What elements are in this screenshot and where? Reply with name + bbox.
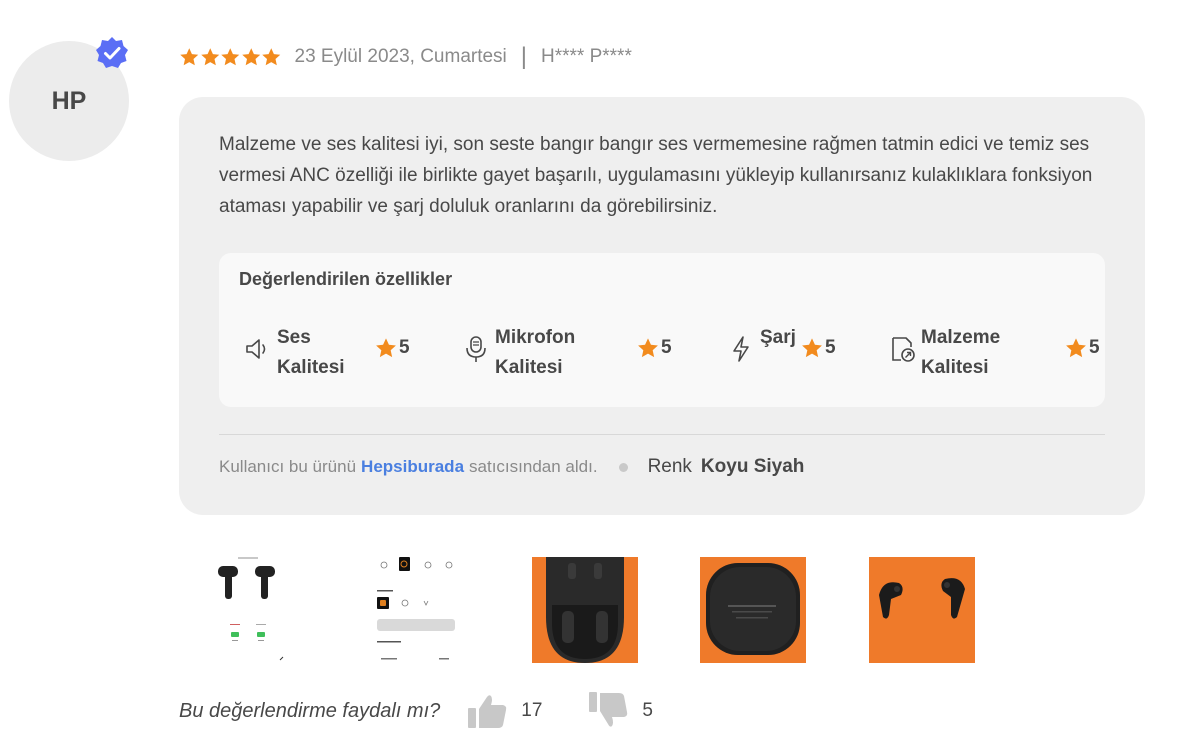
star-icon bbox=[638, 338, 658, 358]
reviewer-name: H**** P**** bbox=[541, 46, 632, 67]
rated-features-panel: Değerlendirilen özellikler Ses Kalitesi … bbox=[219, 253, 1105, 407]
review-photo-4[interactable] bbox=[700, 557, 806, 663]
reviewer-initials: HP bbox=[51, 86, 87, 115]
meta-separator: | bbox=[520, 43, 528, 70]
thumbs-down-icon bbox=[589, 692, 628, 727]
thumbs-up-icon bbox=[468, 695, 507, 728]
feature-score-value: 5 bbox=[825, 337, 836, 358]
feature-score: 5 bbox=[801, 337, 836, 359]
feature-malzeme-kalitesi: Malzeme Kalitesi bbox=[887, 323, 1021, 383]
material-icon bbox=[892, 337, 915, 362]
color-label: Renk bbox=[647, 456, 692, 477]
review-card: Malzeme ve ses kalitesi iyi, son seste b… bbox=[179, 97, 1145, 515]
feature-ses-kalitesi: Ses Kalitesi bbox=[243, 323, 357, 383]
earbuds-app-screenshot bbox=[218, 557, 284, 661]
review-meta: 23 Eylül 2023, Cumartesi | H**** P**** bbox=[179, 43, 632, 71]
star-icon bbox=[180, 48, 199, 66]
review-photo-1[interactable] bbox=[194, 557, 300, 663]
seller-link[interactable]: Hepsiburada bbox=[361, 457, 464, 477]
purchase-info: Kullanıcı bu ürünü Hepsiburada satıcısın… bbox=[219, 454, 804, 480]
feature-sarj: Şarj bbox=[726, 323, 796, 364]
star-icon bbox=[262, 48, 281, 66]
lightning-icon bbox=[733, 336, 749, 362]
features-title: Değerlendirilen özellikler bbox=[239, 269, 453, 289]
speaker-icon bbox=[246, 339, 266, 359]
feature-label: Mikrofon Kalitesi bbox=[495, 327, 576, 378]
review-photo-3[interactable] bbox=[532, 557, 638, 663]
feature-label: Ses Kalitesi bbox=[277, 327, 345, 378]
feature-score-value: 5 bbox=[399, 337, 410, 358]
star-icon bbox=[241, 48, 260, 66]
feature-score: 5 bbox=[375, 337, 410, 359]
feature-mikrofon-kalitesi: Mikrofon Kalitesi bbox=[461, 323, 595, 383]
color-value: Koyu Siyah bbox=[700, 456, 805, 477]
helpful-question: Bu değerlendirme faydalı mı? bbox=[179, 699, 441, 722]
earbuds-on-orange-photo bbox=[879, 578, 965, 619]
feature-score: 5 bbox=[1065, 337, 1100, 359]
purchase-text: Kullanıcı bu ürünü bbox=[219, 457, 357, 476]
dislike-count: 5 bbox=[642, 700, 653, 721]
microphone-icon bbox=[466, 336, 486, 362]
earbuds-case-closed-photo bbox=[706, 563, 800, 655]
dislike-button[interactable]: 5 bbox=[588, 691, 653, 731]
card-divider bbox=[219, 434, 1105, 435]
feature-score-value: 5 bbox=[1089, 337, 1100, 358]
feature-score-value: 5 bbox=[661, 337, 672, 358]
review-photo-2[interactable] bbox=[363, 557, 469, 663]
review-photo-5[interactable] bbox=[869, 557, 975, 663]
star-icon bbox=[221, 48, 240, 66]
separator-dot bbox=[618, 462, 628, 472]
helpful-row: Bu değerlendirme faydalı mı? 17 5 bbox=[179, 691, 653, 731]
star-icon bbox=[200, 48, 219, 66]
feature-label: Malzeme Kalitesi bbox=[921, 327, 1001, 378]
like-button[interactable]: 17 bbox=[467, 691, 542, 731]
review-text: Malzeme ve ses kalitesi iyi, son seste b… bbox=[219, 134, 1093, 217]
review-date: 23 Eylül 2023, Cumartesi bbox=[294, 46, 507, 67]
app-settings-screenshot bbox=[377, 557, 455, 660]
feature-score: 5 bbox=[637, 337, 672, 359]
purchase-text-suffix: satıcısından aldı. bbox=[469, 457, 598, 476]
earbuds-case-open-photo bbox=[546, 557, 624, 663]
star-icon bbox=[802, 338, 822, 358]
verified-badge-icon bbox=[96, 37, 128, 68]
star-icon bbox=[1066, 338, 1086, 358]
feature-label: Şarj bbox=[760, 327, 796, 348]
rating-stars bbox=[179, 47, 282, 67]
star-icon bbox=[376, 338, 396, 358]
like-count: 17 bbox=[521, 700, 543, 721]
